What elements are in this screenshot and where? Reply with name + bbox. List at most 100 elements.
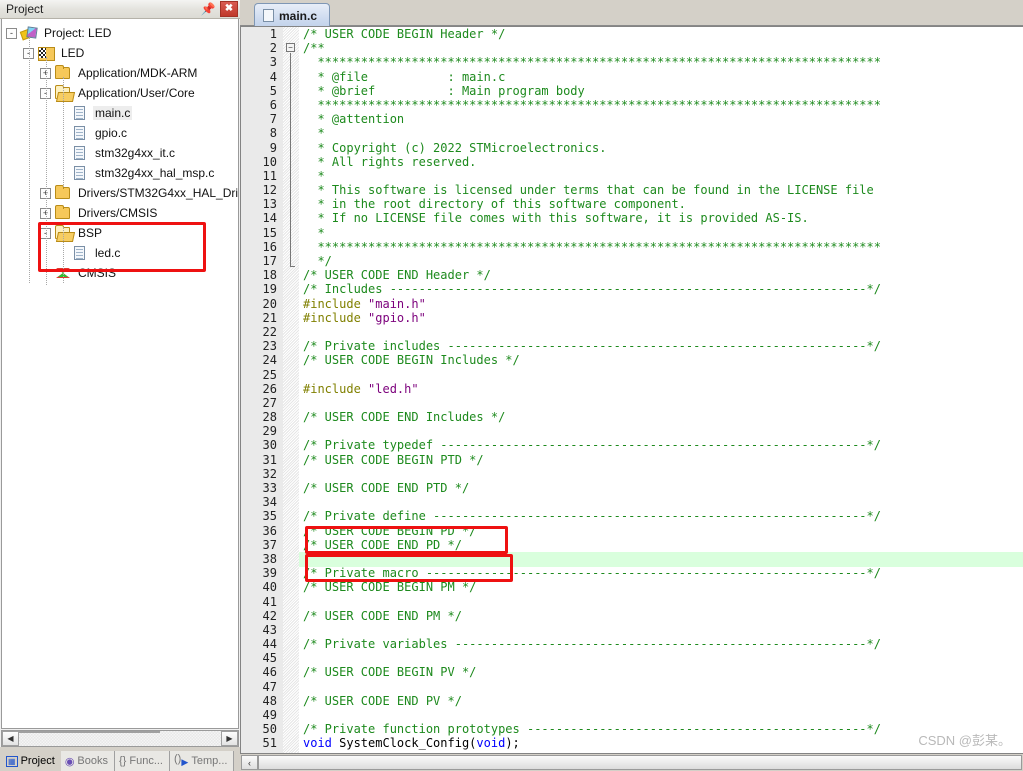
code-line[interactable]: * @brief : Main program body [303,84,1023,98]
tree-item-bsp[interactable]: - BSP [6,223,238,243]
code-line[interactable]: /* USER CODE BEGIN Header */ [303,27,1023,41]
scroll-right-arrow-icon[interactable]: ▶ [221,731,238,746]
code-folding-column[interactable]: − [283,27,299,753]
code-line[interactable]: * This software is licensed under terms … [303,183,1023,197]
editor-scrollbar-thumb[interactable] [258,755,1022,770]
bottom-tab-temp[interactable]: ()▶ Temp... [169,751,235,771]
code-line[interactable]: */ [303,254,1023,268]
code-content[interactable]: /* USER CODE BEGIN Header *//** ********… [299,27,1023,753]
bottom-tab-books[interactable]: ◉ Books [60,751,115,771]
code-editor[interactable]: 1 2 3 4 5 6 7 8 9 10 11 12 13 14 15 16 17 18 19 20 21 22 23 24 2… [240,26,1023,753]
code-line[interactable] [303,424,1023,438]
code-line[interactable]: /* Private variables -------------------… [303,637,1023,651]
editor-scroll-left-icon[interactable]: ‹ [241,755,258,770]
tree-item-main-c[interactable]: main.c [6,103,238,123]
code-line[interactable]: * [303,169,1023,183]
editor-horizontal-scrollbar[interactable]: ‹ [240,753,1023,771]
scrollbar-track[interactable] [19,731,221,746]
code-line[interactable] [303,495,1023,509]
code-line[interactable]: * All rights reserved. [303,155,1023,169]
code-line[interactable] [303,325,1023,339]
code-line[interactable]: /* USER CODE BEGIN PTD */ [303,453,1023,467]
tree-item-stm32g4xx-hal-msp-c[interactable]: stm32g4xx_hal_msp.c [6,163,238,183]
scroll-left-arrow-icon[interactable]: ◀ [2,731,19,746]
code-token: #include [303,296,369,311]
collapse-icon[interactable]: - [6,27,17,39]
code-line[interactable]: /* Private function prototypes ---------… [303,722,1023,736]
code-line[interactable]: /* USER CODE END PM */ [303,609,1023,623]
code-line[interactable] [303,552,1023,566]
code-line[interactable]: * [303,226,1023,240]
code-line[interactable] [303,595,1023,609]
code-line[interactable] [303,467,1023,481]
code-line[interactable]: /* Includes ----------------------------… [303,282,1023,296]
code-token: ****************************************… [303,97,881,112]
code-line[interactable]: * If no LICENSE file comes with this sof… [303,211,1023,225]
code-line[interactable]: /* USER CODE BEGIN PFP */ [303,751,1023,753]
line-number: 42 [262,608,277,623]
code-line[interactable] [303,651,1023,665]
code-line[interactable]: /* USER CODE END Includes */ [303,410,1023,424]
code-line[interactable]: /** [303,41,1023,55]
line-number: 18 [262,268,277,283]
editor-tabbar: main.c [240,0,1023,27]
code-line[interactable]: #include "led.h" [303,382,1023,396]
fold-collapse-icon[interactable]: − [286,43,295,53]
bottom-tab-label: Func... [129,755,163,767]
code-line[interactable]: #include "gpio.h" [303,311,1023,325]
code-line[interactable]: * @attention [303,112,1023,126]
code-line[interactable]: ****************************************… [303,98,1023,112]
code-line[interactable]: * in the root directory of this software… [303,197,1023,211]
file-icon [71,125,89,141]
tree-item-cmsis[interactable]: CMSIS [6,263,238,283]
code-line[interactable]: void SystemClock_Config(void); [303,736,1023,750]
tab-main-c[interactable]: main.c [254,3,331,27]
code-line[interactable]: /* USER CODE BEGIN PD */ [303,524,1023,538]
code-line[interactable]: /* USER CODE END PV */ [303,694,1023,708]
tree-item-drivers-stm32g4xx-hal-dri[interactable]: + Drivers/STM32G4xx_HAL_Dri [6,183,238,203]
tree-item-application-user-core[interactable]: - Application/User/Core [6,83,238,103]
code-token: * This software is licensed under terms … [303,183,874,198]
code-line[interactable]: /* USER CODE BEGIN PV */ [303,665,1023,679]
tree-item-stm32g4xx-it-c[interactable]: stm32g4xx_it.c [6,143,238,163]
project-horizontal-scrollbar[interactable]: ◀ ▶ [1,730,239,747]
code-line[interactable]: #include "main.h" [303,297,1023,311]
code-line[interactable]: /* USER CODE END Header */ [303,268,1023,282]
line-number: 1 [269,27,277,41]
bottom-tab-project[interactable]: ▦ Project [2,751,61,771]
tree-item-application-mdk-arm[interactable]: + Application/MDK-ARM [6,63,238,83]
file-icon [263,9,274,22]
tree-item-drivers-cmsis[interactable]: + Drivers/CMSIS [6,203,238,223]
tree-item-led[interactable]: - LED [6,43,238,63]
code-line[interactable]: /* USER CODE END PD */ [303,538,1023,552]
code-line[interactable]: /* USER CODE BEGIN PM */ [303,580,1023,594]
close-icon[interactable]: ✖ [220,1,238,17]
code-line[interactable]: * @file : main.c [303,70,1023,84]
tree-item-project-led[interactable]: - Project: LED [6,23,238,43]
tree-guide-line [46,57,47,285]
code-line[interactable]: * Copyright (c) 2022 STMicroelectronics. [303,141,1023,155]
code-line[interactable] [303,708,1023,722]
code-line[interactable]: /* USER CODE BEGIN Includes */ [303,353,1023,367]
code-line[interactable]: ****************************************… [303,55,1023,69]
code-line[interactable] [303,623,1023,637]
line-number: 27 [262,395,277,410]
code-line[interactable]: /* Private define ----------------------… [303,509,1023,523]
code-line[interactable]: /* Private macro -----------------------… [303,566,1023,580]
tree-item-gpio-c[interactable]: gpio.c [6,123,238,143]
project-tree: - Project: LED - LED + Application/MDK-ARM - Ap… [2,19,238,285]
code-line[interactable]: /* USER CODE END PTD */ [303,481,1023,495]
bottom-tab-func[interactable]: {} Func... [115,751,170,771]
pin-icon[interactable]: 📌 [200,1,216,17]
code-line[interactable]: /* Private includes --------------------… [303,339,1023,353]
project-tree-container[interactable]: - Project: LED - LED + Application/MDK-ARM - Ap… [1,19,239,729]
scrollbar-thumb[interactable] [19,731,161,733]
code-line[interactable] [303,368,1023,382]
code-token: "main.h" [368,296,426,311]
code-line[interactable]: ****************************************… [303,240,1023,254]
code-line[interactable]: /* Private typedef ---------------------… [303,438,1023,452]
code-line[interactable] [303,680,1023,694]
code-line[interactable]: * [303,126,1023,140]
code-line[interactable] [303,396,1023,410]
tree-item-led-c[interactable]: led.c [6,243,238,263]
